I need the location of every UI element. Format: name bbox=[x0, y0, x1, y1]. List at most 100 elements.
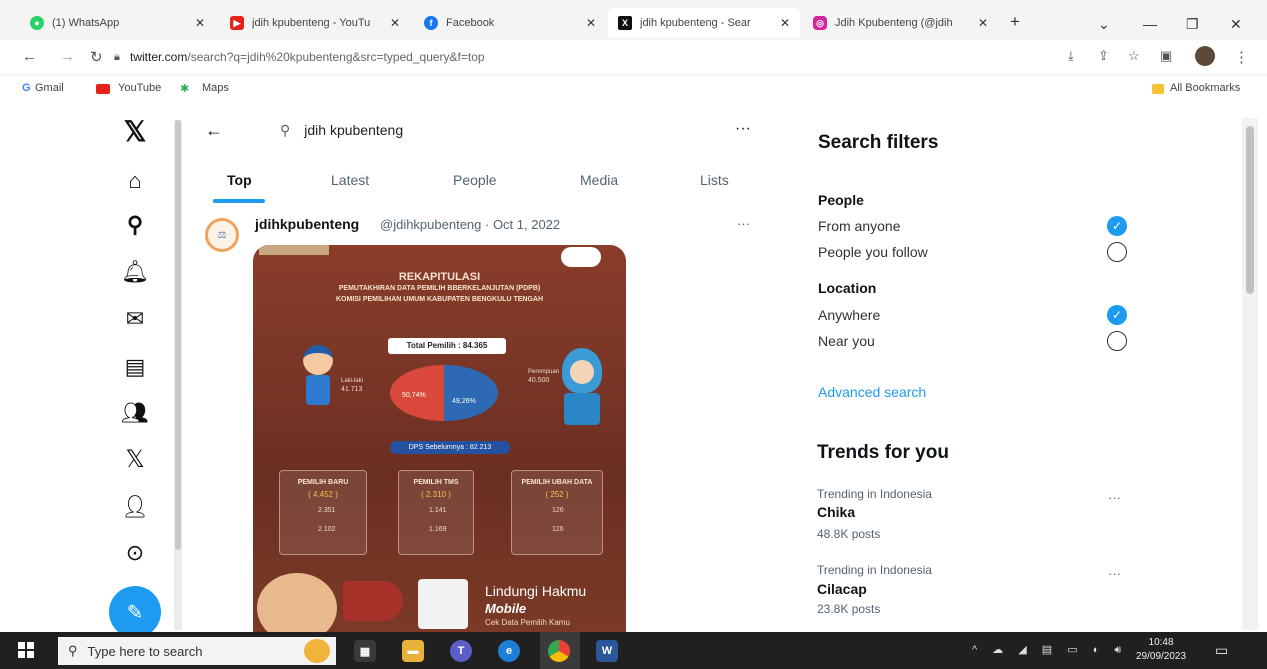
tab-people[interactable]: People bbox=[453, 172, 497, 188]
bookmark-maps[interactable]: Maps bbox=[202, 82, 229, 94]
file-explorer-icon[interactable]: ▬ bbox=[402, 640, 424, 662]
back-icon[interactable]: ← bbox=[22, 48, 37, 65]
mascot-illustration bbox=[257, 573, 337, 632]
tab-media[interactable]: Media bbox=[580, 172, 618, 188]
radio-anywhere[interactable]: ✓ bbox=[1107, 305, 1127, 325]
search-more-button[interactable]: ··· bbox=[735, 120, 751, 138]
filter-from-anyone[interactable]: From anyone bbox=[818, 218, 900, 234]
tab-whatsapp[interactable]: ● (1) WhatsApp ✕ bbox=[20, 8, 215, 38]
tab-facebook[interactable]: f Facebook ✕ bbox=[414, 8, 606, 38]
tab-instagram[interactable]: ◎ Jdih Kpubenteng (@jdih ✕ bbox=[803, 8, 998, 38]
close-icon[interactable]: ✕ bbox=[978, 16, 988, 30]
restore-icon[interactable]: ❐ bbox=[1186, 16, 1199, 33]
close-icon[interactable]: ✕ bbox=[780, 16, 790, 30]
tab-top[interactable]: Top bbox=[227, 172, 252, 188]
tweet-image[interactable]: REKAPITULASI PEMUTAKHIRAN DATA PEMILIH B… bbox=[253, 245, 626, 632]
filter-anywhere[interactable]: Anywhere bbox=[818, 307, 880, 323]
bookmark-gmail[interactable]: Gmail bbox=[35, 82, 64, 94]
taskbar-search[interactable]: ⚲ Type here to search bbox=[58, 637, 336, 665]
reload-icon[interactable]: ↻ bbox=[90, 48, 103, 66]
chrome-icon[interactable] bbox=[548, 640, 570, 662]
stat-box: PEMILIH TMS ( 2.310 ) 1.141 1.169 bbox=[398, 470, 474, 555]
back-arrow-icon[interactable]: ← bbox=[205, 120, 223, 141]
location-filter-label: Location bbox=[818, 280, 877, 296]
tweet-author-name[interactable]: jdihkpubenteng bbox=[255, 216, 359, 232]
phone-illustration bbox=[418, 579, 468, 629]
radio-near-you[interactable] bbox=[1107, 331, 1127, 351]
profile-icon[interactable]: 👤︎ bbox=[120, 492, 150, 522]
right-panel: Search filters People From anyone ✓ Peop… bbox=[805, 102, 1235, 632]
maps-icon: ✱ bbox=[180, 83, 190, 95]
tweet-more-button[interactable]: ··· bbox=[737, 216, 750, 231]
trend-context: Trending in Indonesia bbox=[817, 563, 932, 577]
bookmark-star-icon[interactable]: ☆ bbox=[1128, 48, 1140, 64]
people-filter-label: People bbox=[818, 192, 864, 208]
more-icon[interactable]: ⊙ bbox=[120, 538, 150, 568]
gender-pie: 50,74% 49,26% bbox=[390, 365, 498, 421]
minimize-icon[interactable]: — bbox=[1143, 16, 1157, 32]
tab-youtube[interactable]: ▶ jdih kpubenteng - YouTu ✕ bbox=[220, 8, 410, 38]
clock[interactable]: 10:48 29/09/2023 bbox=[1136, 636, 1186, 664]
all-bookmarks[interactable]: All Bookmarks bbox=[1170, 82, 1240, 94]
trend-more-button[interactable]: ··· bbox=[1108, 566, 1121, 581]
youtube-icon bbox=[96, 84, 110, 94]
tweet-handle-date[interactable]: @jdihkpubenteng · Oct 1, 2022 bbox=[380, 217, 560, 232]
close-icon[interactable]: ✕ bbox=[195, 16, 205, 30]
tab-latest[interactable]: Latest bbox=[331, 172, 369, 188]
word-icon[interactable]: W bbox=[596, 640, 618, 662]
explore-icon[interactable]: ⚲ bbox=[120, 210, 150, 240]
avatar[interactable]: ⚖ bbox=[205, 218, 239, 252]
trend-context: Trending in Indonesia bbox=[817, 487, 932, 501]
forward-icon[interactable]: → bbox=[60, 48, 75, 65]
home-icon[interactable]: ⌂ bbox=[120, 166, 150, 196]
notifications-icon[interactable]: ▭ bbox=[1215, 642, 1228, 659]
tab-twitter-search[interactable]: X jdih kpubenteng - Sear ✕ bbox=[608, 8, 800, 38]
search-input[interactable]: ⚲ jdih kpubenteng bbox=[280, 122, 403, 139]
lock-icon[interactable]: 🔒︎ bbox=[114, 51, 120, 64]
premium-icon[interactable]: 𝕏 bbox=[120, 444, 150, 474]
install-icon[interactable]: ⤓ bbox=[1068, 48, 1074, 64]
menu-icon[interactable]: ⋮ bbox=[1234, 48, 1249, 66]
communities-icon[interactable]: 👥︎ bbox=[120, 398, 150, 428]
messages-icon[interactable]: ✉ bbox=[120, 304, 150, 334]
compose-button[interactable]: ✎ bbox=[109, 586, 161, 638]
share-icon[interactable]: ⇪ bbox=[1098, 48, 1109, 64]
active-tab-indicator bbox=[213, 199, 265, 203]
trend-name[interactable]: Chika bbox=[817, 504, 855, 520]
profile-avatar[interactable] bbox=[1195, 46, 1215, 66]
task-view-icon[interactable]: ▦ bbox=[354, 640, 376, 662]
new-tab-button[interactable]: + bbox=[1010, 12, 1020, 32]
boy-illustration bbox=[298, 345, 338, 425]
tab-lists[interactable]: Lists bbox=[700, 172, 729, 188]
windows-start-icon[interactable] bbox=[18, 642, 34, 658]
lists-icon[interactable]: ▤ bbox=[120, 352, 150, 382]
system-tray-icons[interactable]: ^ ☁ ◢ ▤ ▭ ◐ 🔊︎ bbox=[972, 643, 1127, 657]
left-scrollbar[interactable] bbox=[174, 120, 182, 630]
search-tabs: Top Latest People Media Lists bbox=[190, 164, 770, 204]
youtube-icon: ▶ bbox=[230, 16, 244, 30]
bookmark-youtube[interactable]: YouTube bbox=[118, 82, 161, 94]
filter-people-you-follow[interactable]: People you follow bbox=[818, 244, 928, 260]
close-icon[interactable]: ✕ bbox=[586, 16, 596, 30]
trend-name[interactable]: Cilacap bbox=[817, 581, 867, 597]
feather-icon: ✎ bbox=[126, 601, 144, 624]
page-scrollbar[interactable] bbox=[1242, 118, 1258, 630]
close-window-icon[interactable]: ✕ bbox=[1230, 16, 1242, 33]
kpu-banner bbox=[259, 245, 329, 255]
trend-more-button[interactable]: ··· bbox=[1108, 490, 1121, 505]
teams-icon[interactable]: T bbox=[450, 640, 472, 662]
url-field[interactable]: twitter.com/search?q=jdih%20kpubenteng&s… bbox=[130, 50, 485, 64]
edge-icon[interactable]: e bbox=[498, 640, 520, 662]
close-icon[interactable]: ✕ bbox=[390, 16, 400, 30]
radio-people-you-follow[interactable] bbox=[1107, 242, 1127, 262]
filter-near-you[interactable]: Near you bbox=[818, 333, 875, 349]
trend-posts: 48.8K posts bbox=[817, 527, 881, 541]
windows-taskbar: ⚲ Type here to search ▦ ▬ T e W ^ ☁ ◢ ▤ … bbox=[0, 632, 1267, 669]
left-nav: 𝕏 ⌂ ⚲ 🔔︎ ✉ ▤ 👥︎ 𝕏 👤︎ ⊙ ✎ bbox=[100, 102, 170, 638]
tab-search-icon[interactable]: ⌄ bbox=[1098, 16, 1110, 33]
x-logo-icon[interactable]: 𝕏 bbox=[120, 116, 150, 147]
radio-from-anyone[interactable]: ✓ bbox=[1107, 216, 1127, 236]
side-panel-icon[interactable]: ▣ bbox=[1160, 48, 1172, 64]
notifications-icon[interactable]: 🔔︎ bbox=[120, 257, 150, 287]
advanced-search-link[interactable]: Advanced search bbox=[818, 384, 926, 400]
